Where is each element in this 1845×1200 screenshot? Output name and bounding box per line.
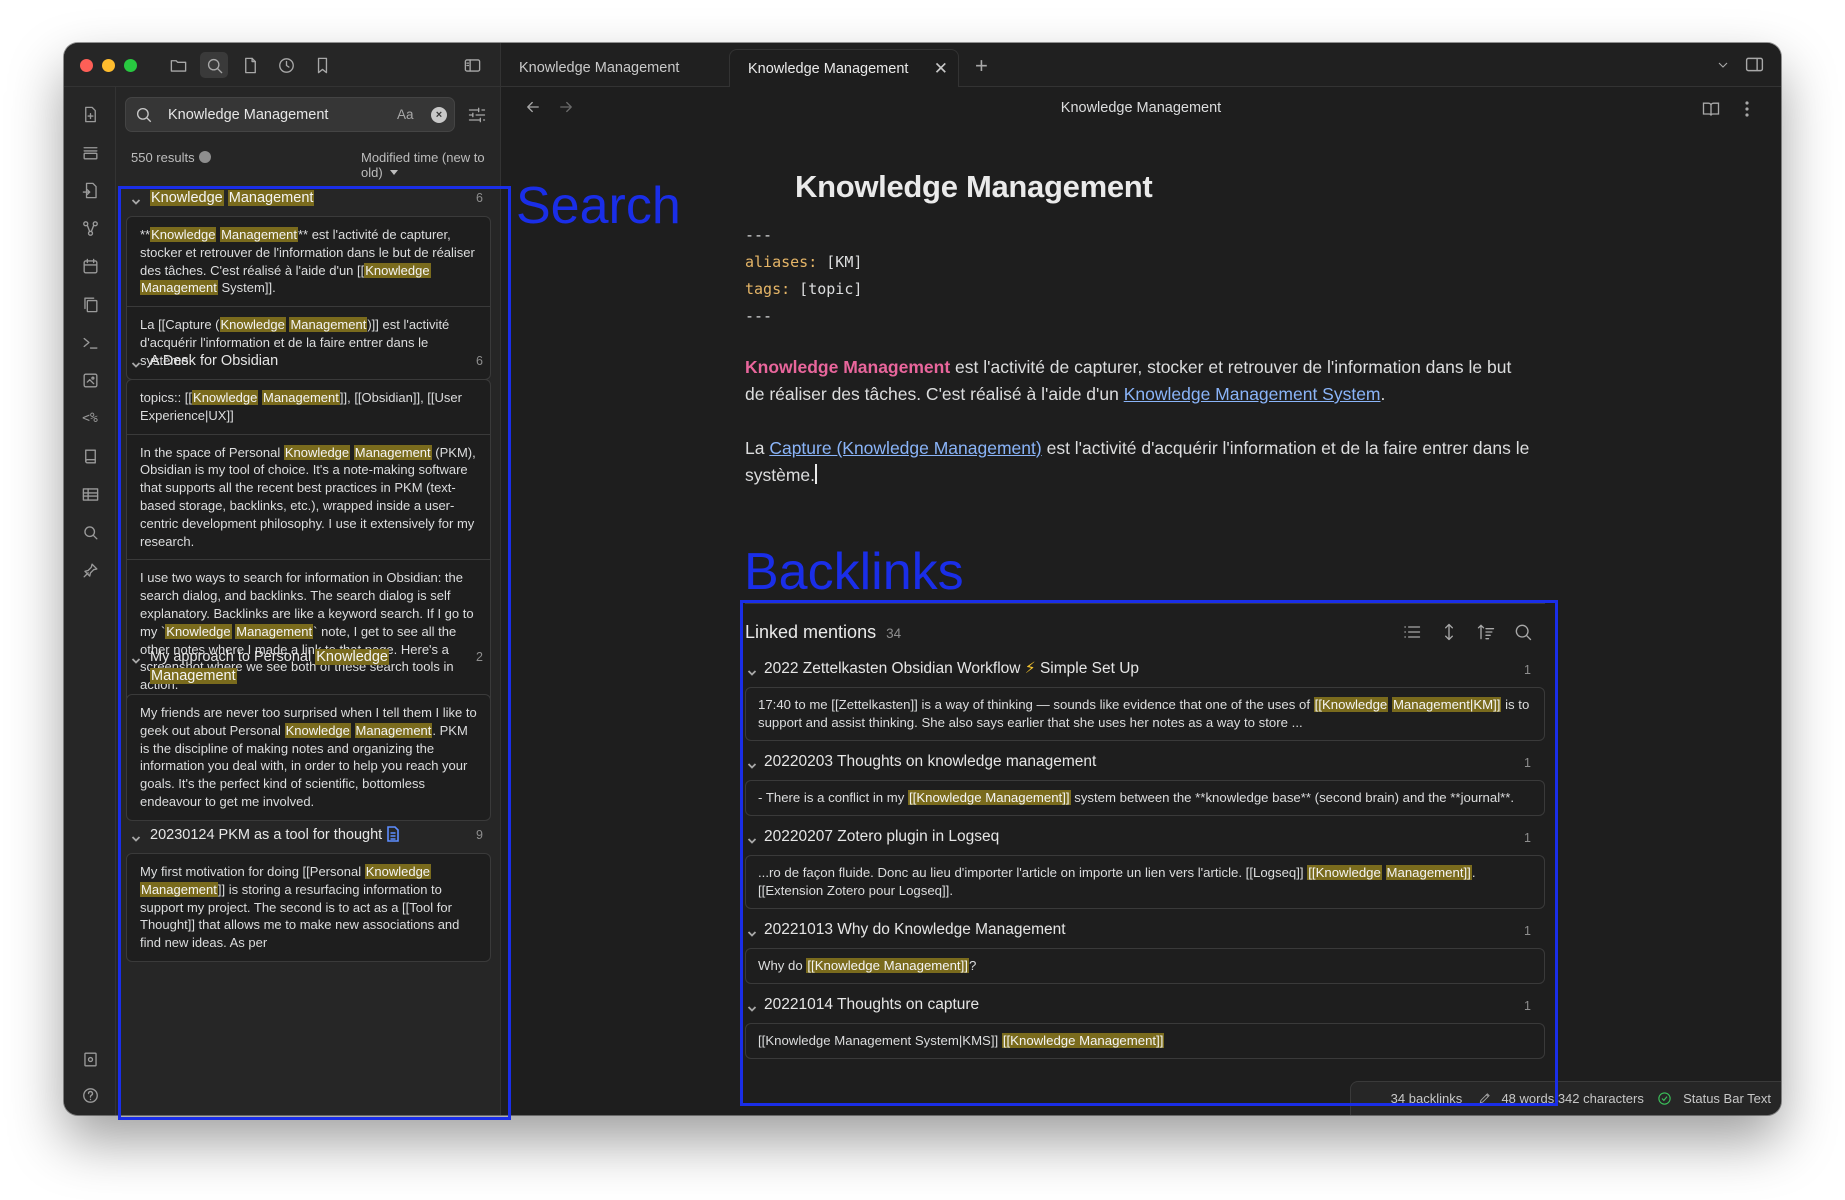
tab-knowledge-management-1[interactable]: Knowledge Management	[501, 49, 731, 87]
results-count-text: 550 results	[131, 150, 195, 165]
search-query-text[interactable]: Knowledge Management	[168, 107, 328, 123]
clock-icon[interactable]	[272, 52, 300, 78]
vault-icon[interactable]	[78, 1047, 102, 1071]
paragraph-text: La	[745, 438, 770, 458]
frontmatter-tags[interactable]: tags: [topic]	[745, 280, 862, 298]
internal-link[interactable]: Capture (Knowledge Management)	[769, 438, 1041, 458]
search-annotation-box	[118, 186, 511, 1120]
sort-dropdown[interactable]: Modified time (new to old)	[361, 150, 500, 180]
bold-term: Knowledge Management	[745, 357, 951, 377]
note-header-title[interactable]: Knowledge Management	[501, 100, 1781, 116]
backlinks-annotation-box	[740, 600, 1558, 1106]
status-custom-text: Status Bar Text	[1683, 1091, 1771, 1106]
close-window-button[interactable]	[80, 59, 93, 72]
file-icon[interactable]	[236, 52, 264, 78]
minimize-window-button[interactable]	[102, 59, 115, 72]
image-icon[interactable]	[78, 368, 102, 392]
tags-value: [topic]	[790, 280, 863, 298]
aliases-key: aliases:	[745, 253, 818, 271]
folder-icon[interactable]	[164, 52, 192, 78]
frontmatter-separator-end[interactable]: ---	[745, 307, 772, 325]
sync-check-icon[interactable]	[1657, 1085, 1672, 1105]
graph-icon[interactable]	[78, 216, 102, 240]
match-case-button[interactable]: Aa	[397, 107, 414, 122]
terminal-icon[interactable]	[78, 330, 102, 354]
backlinks-annotation-label: Backlinks	[744, 543, 964, 601]
results-count: 550 results	[131, 150, 211, 165]
file-import-icon[interactable]	[78, 178, 102, 202]
search-icon[interactable]	[200, 52, 228, 78]
sort-label: Modified time (new to old)	[361, 150, 485, 180]
tags-key: tags:	[745, 280, 791, 298]
stack-icon[interactable]	[78, 140, 102, 164]
chevron-down-icon	[389, 170, 398, 175]
book-icon[interactable]	[78, 444, 102, 468]
copy-icon[interactable]	[78, 292, 102, 316]
note-paragraph-2[interactable]: La Capture (Knowledge Management) est l'…	[745, 435, 1535, 489]
ribbon: <%	[64, 87, 116, 1115]
clear-search-icon[interactable]: ×	[431, 107, 447, 123]
status-characters: 342 characters	[1557, 1091, 1644, 1106]
internal-link[interactable]: Knowledge Management System	[1124, 384, 1381, 404]
note-title: Knowledge Management	[795, 169, 1153, 204]
paragraph-text: .	[1380, 384, 1386, 404]
more-icon[interactable]	[198, 151, 211, 163]
search-input[interactable]: Knowledge Management Aa ×	[125, 97, 455, 132]
search-icon	[135, 106, 153, 124]
more-options-icon[interactable]	[1739, 99, 1755, 119]
tab-knowledge-management-2[interactable]: Knowledge Management ✕	[729, 49, 959, 87]
aliases-value: [KM]	[817, 253, 863, 271]
sidebar-toggle-icon[interactable]	[458, 52, 486, 78]
help-icon[interactable]	[78, 1083, 102, 1107]
tab-label: Knowledge Management	[519, 60, 680, 76]
left-titlebar	[64, 43, 501, 87]
chevron-down-icon[interactable]	[1715, 57, 1731, 73]
note-paragraph-1[interactable]: Knowledge Management est l'activité de c…	[745, 354, 1535, 408]
tab-label: Knowledge Management	[748, 61, 909, 77]
bookmark-icon[interactable]	[308, 52, 336, 78]
text-cursor	[815, 464, 817, 484]
search-settings-icon[interactable]	[467, 105, 487, 125]
pin-icon[interactable]	[78, 558, 102, 582]
template-icon[interactable]: <%	[78, 406, 102, 430]
frontmatter-aliases[interactable]: aliases: [KM]	[745, 253, 862, 271]
reading-view-icon[interactable]	[1701, 99, 1721, 119]
tab-bar: Knowledge Management Knowledge Managemen…	[501, 43, 1781, 87]
right-sidebar-toggle-icon[interactable]	[1744, 54, 1765, 75]
table-icon[interactable]	[78, 482, 102, 506]
new-tab-button[interactable]: +	[975, 53, 988, 79]
zoom-window-button[interactable]	[124, 59, 137, 72]
close-tab-icon[interactable]: ✕	[934, 50, 948, 88]
search-icon[interactable]	[78, 520, 102, 544]
search-annotation-label: Search	[516, 177, 681, 235]
new-note-icon[interactable]	[78, 102, 102, 126]
frontmatter-separator[interactable]: ---	[745, 226, 772, 244]
calendar-icon[interactable]	[78, 254, 102, 278]
